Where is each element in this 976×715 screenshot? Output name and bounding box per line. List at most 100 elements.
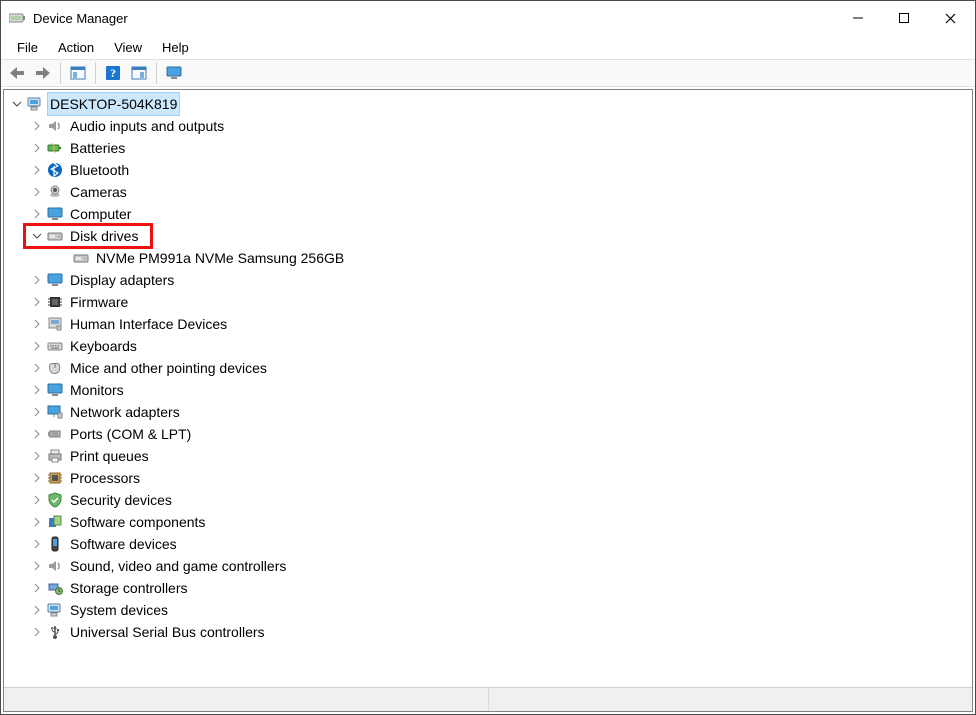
expander-icon[interactable] bbox=[28, 205, 46, 223]
toolbar-console-tree-button[interactable] bbox=[66, 61, 90, 85]
tree-category-proc-label: Processors bbox=[68, 467, 142, 489]
tree-device-disk-label: NVMe PM991a NVMe Samsung 256GB bbox=[94, 247, 346, 269]
tree-category-printq[interactable]: Print queues bbox=[4, 445, 972, 467]
tree-category-cameras[interactable]: Cameras bbox=[4, 181, 972, 203]
minimize-button[interactable] bbox=[835, 3, 881, 33]
monitor-icon bbox=[46, 381, 64, 399]
expander-icon[interactable] bbox=[28, 469, 46, 487]
menu-help[interactable]: Help bbox=[152, 38, 199, 57]
expander-icon[interactable] bbox=[28, 183, 46, 201]
close-button[interactable] bbox=[927, 3, 973, 33]
tree-category-display[interactable]: Display adapters bbox=[4, 269, 972, 291]
tree-category-system[interactable]: System devices bbox=[4, 599, 972, 621]
tree-category-swcomp-label: Software components bbox=[68, 511, 207, 533]
tree-category-cameras-label: Cameras bbox=[68, 181, 129, 203]
tree-category-audio-label: Audio inputs and outputs bbox=[68, 115, 226, 137]
tree-category-swcomp[interactable]: Software components bbox=[4, 511, 972, 533]
tree-category-ports-label: Ports (COM & LPT) bbox=[68, 423, 193, 445]
client-area: DESKTOP-504K819Audio inputs and outputsB… bbox=[3, 89, 973, 712]
expander-icon[interactable] bbox=[28, 557, 46, 575]
expander-icon[interactable] bbox=[28, 601, 46, 619]
console-tree-icon bbox=[70, 65, 86, 81]
tree-category-hid-label: Human Interface Devices bbox=[68, 313, 229, 335]
expander-icon[interactable] bbox=[28, 337, 46, 355]
tree-category-batteries[interactable]: Batteries bbox=[4, 137, 972, 159]
expander-icon[interactable] bbox=[28, 491, 46, 509]
tree-root-node[interactable]: DESKTOP-504K819 bbox=[4, 93, 972, 115]
toolbar-back-button[interactable] bbox=[5, 61, 29, 85]
computer-root-icon bbox=[26, 95, 44, 113]
toolbar-help-button[interactable]: ? bbox=[101, 61, 125, 85]
toolbar-action-pane-button[interactable] bbox=[127, 61, 151, 85]
expander-icon[interactable] bbox=[28, 425, 46, 443]
expander-icon[interactable] bbox=[28, 359, 46, 377]
toolbar-display-button[interactable] bbox=[162, 61, 186, 85]
printer-icon bbox=[46, 447, 64, 465]
menu-file[interactable]: File bbox=[7, 38, 48, 57]
tree-category-network[interactable]: Network adapters bbox=[4, 401, 972, 423]
tree-category-storage-label: Storage controllers bbox=[68, 577, 190, 599]
tree-category-mice[interactable]: Mice and other pointing devices bbox=[4, 357, 972, 379]
speaker-icon bbox=[46, 557, 64, 575]
camera-icon bbox=[46, 183, 64, 201]
expander-icon[interactable] bbox=[28, 293, 46, 311]
expander-icon[interactable] bbox=[28, 403, 46, 421]
expander-icon[interactable] bbox=[28, 161, 46, 179]
tree-category-proc[interactable]: Processors bbox=[4, 467, 972, 489]
tree-category-disk-label: Disk drives bbox=[68, 225, 140, 247]
battery-icon bbox=[46, 139, 64, 157]
tree-category-sound-label: Sound, video and game controllers bbox=[68, 555, 288, 577]
monitor-icon bbox=[46, 205, 64, 223]
tree-category-monitors[interactable]: Monitors bbox=[4, 379, 972, 401]
window-title: Device Manager bbox=[33, 11, 128, 26]
statusbar-cell bbox=[489, 688, 973, 711]
expander-icon[interactable] bbox=[28, 315, 46, 333]
tree-category-hid[interactable]: Human Interface Devices bbox=[4, 313, 972, 335]
toolbar-separator bbox=[156, 62, 157, 84]
disk-icon bbox=[72, 249, 90, 267]
expander-icon[interactable] bbox=[28, 579, 46, 597]
tree-category-keyboards-label: Keyboards bbox=[68, 335, 139, 357]
expander-icon[interactable] bbox=[28, 623, 46, 641]
tree-category-system-label: System devices bbox=[68, 599, 170, 621]
expander-icon[interactable] bbox=[28, 513, 46, 531]
tree-category-swdev[interactable]: Software devices bbox=[4, 533, 972, 555]
tree-category-network-label: Network adapters bbox=[68, 401, 182, 423]
tree-category-security[interactable]: Security devices bbox=[4, 489, 972, 511]
expander-icon[interactable] bbox=[28, 447, 46, 465]
expander-icon[interactable] bbox=[28, 139, 46, 157]
tree-category-audio[interactable]: Audio inputs and outputs bbox=[4, 115, 972, 137]
bluetooth-icon bbox=[46, 161, 64, 179]
device-tree[interactable]: DESKTOP-504K819Audio inputs and outputsB… bbox=[4, 90, 972, 687]
tree-category-firmware[interactable]: Firmware bbox=[4, 291, 972, 313]
tree-category-disk[interactable]: Disk drives bbox=[4, 225, 972, 247]
tree-category-printq-label: Print queues bbox=[68, 445, 151, 467]
tree-category-display-label: Display adapters bbox=[68, 269, 176, 291]
tree-category-monitors-label: Monitors bbox=[68, 379, 126, 401]
expander-icon[interactable] bbox=[28, 381, 46, 399]
expander-icon[interactable] bbox=[28, 117, 46, 135]
toolbar-separator bbox=[60, 62, 61, 84]
tree-device-disk[interactable]: NVMe PM991a NVMe Samsung 256GB bbox=[4, 247, 972, 269]
maximize-button[interactable] bbox=[881, 3, 927, 33]
tree-category-storage[interactable]: Storage controllers bbox=[4, 577, 972, 599]
tree-root-node-label: DESKTOP-504K819 bbox=[48, 93, 179, 115]
tree-category-usb[interactable]: Universal Serial Bus controllers bbox=[4, 621, 972, 643]
expander-icon[interactable] bbox=[28, 271, 46, 289]
usb-icon bbox=[46, 623, 64, 641]
tree-category-keyboards[interactable]: Keyboards bbox=[4, 335, 972, 357]
tree-category-firmware-label: Firmware bbox=[68, 291, 130, 313]
expander-icon bbox=[54, 249, 72, 267]
toolbar-forward-button[interactable] bbox=[31, 61, 55, 85]
expander-icon[interactable] bbox=[28, 535, 46, 553]
tree-category-ports[interactable]: Ports (COM & LPT) bbox=[4, 423, 972, 445]
menu-view[interactable]: View bbox=[104, 38, 152, 57]
toolbar-separator bbox=[95, 62, 96, 84]
expander-icon[interactable] bbox=[28, 227, 46, 245]
tree-category-computer[interactable]: Computer bbox=[4, 203, 972, 225]
menu-action[interactable]: Action bbox=[48, 38, 104, 57]
tree-category-bluetooth[interactable]: Bluetooth bbox=[4, 159, 972, 181]
tree-category-sound[interactable]: Sound, video and game controllers bbox=[4, 555, 972, 577]
tree-category-security-label: Security devices bbox=[68, 489, 174, 511]
expander-icon[interactable] bbox=[8, 95, 26, 113]
